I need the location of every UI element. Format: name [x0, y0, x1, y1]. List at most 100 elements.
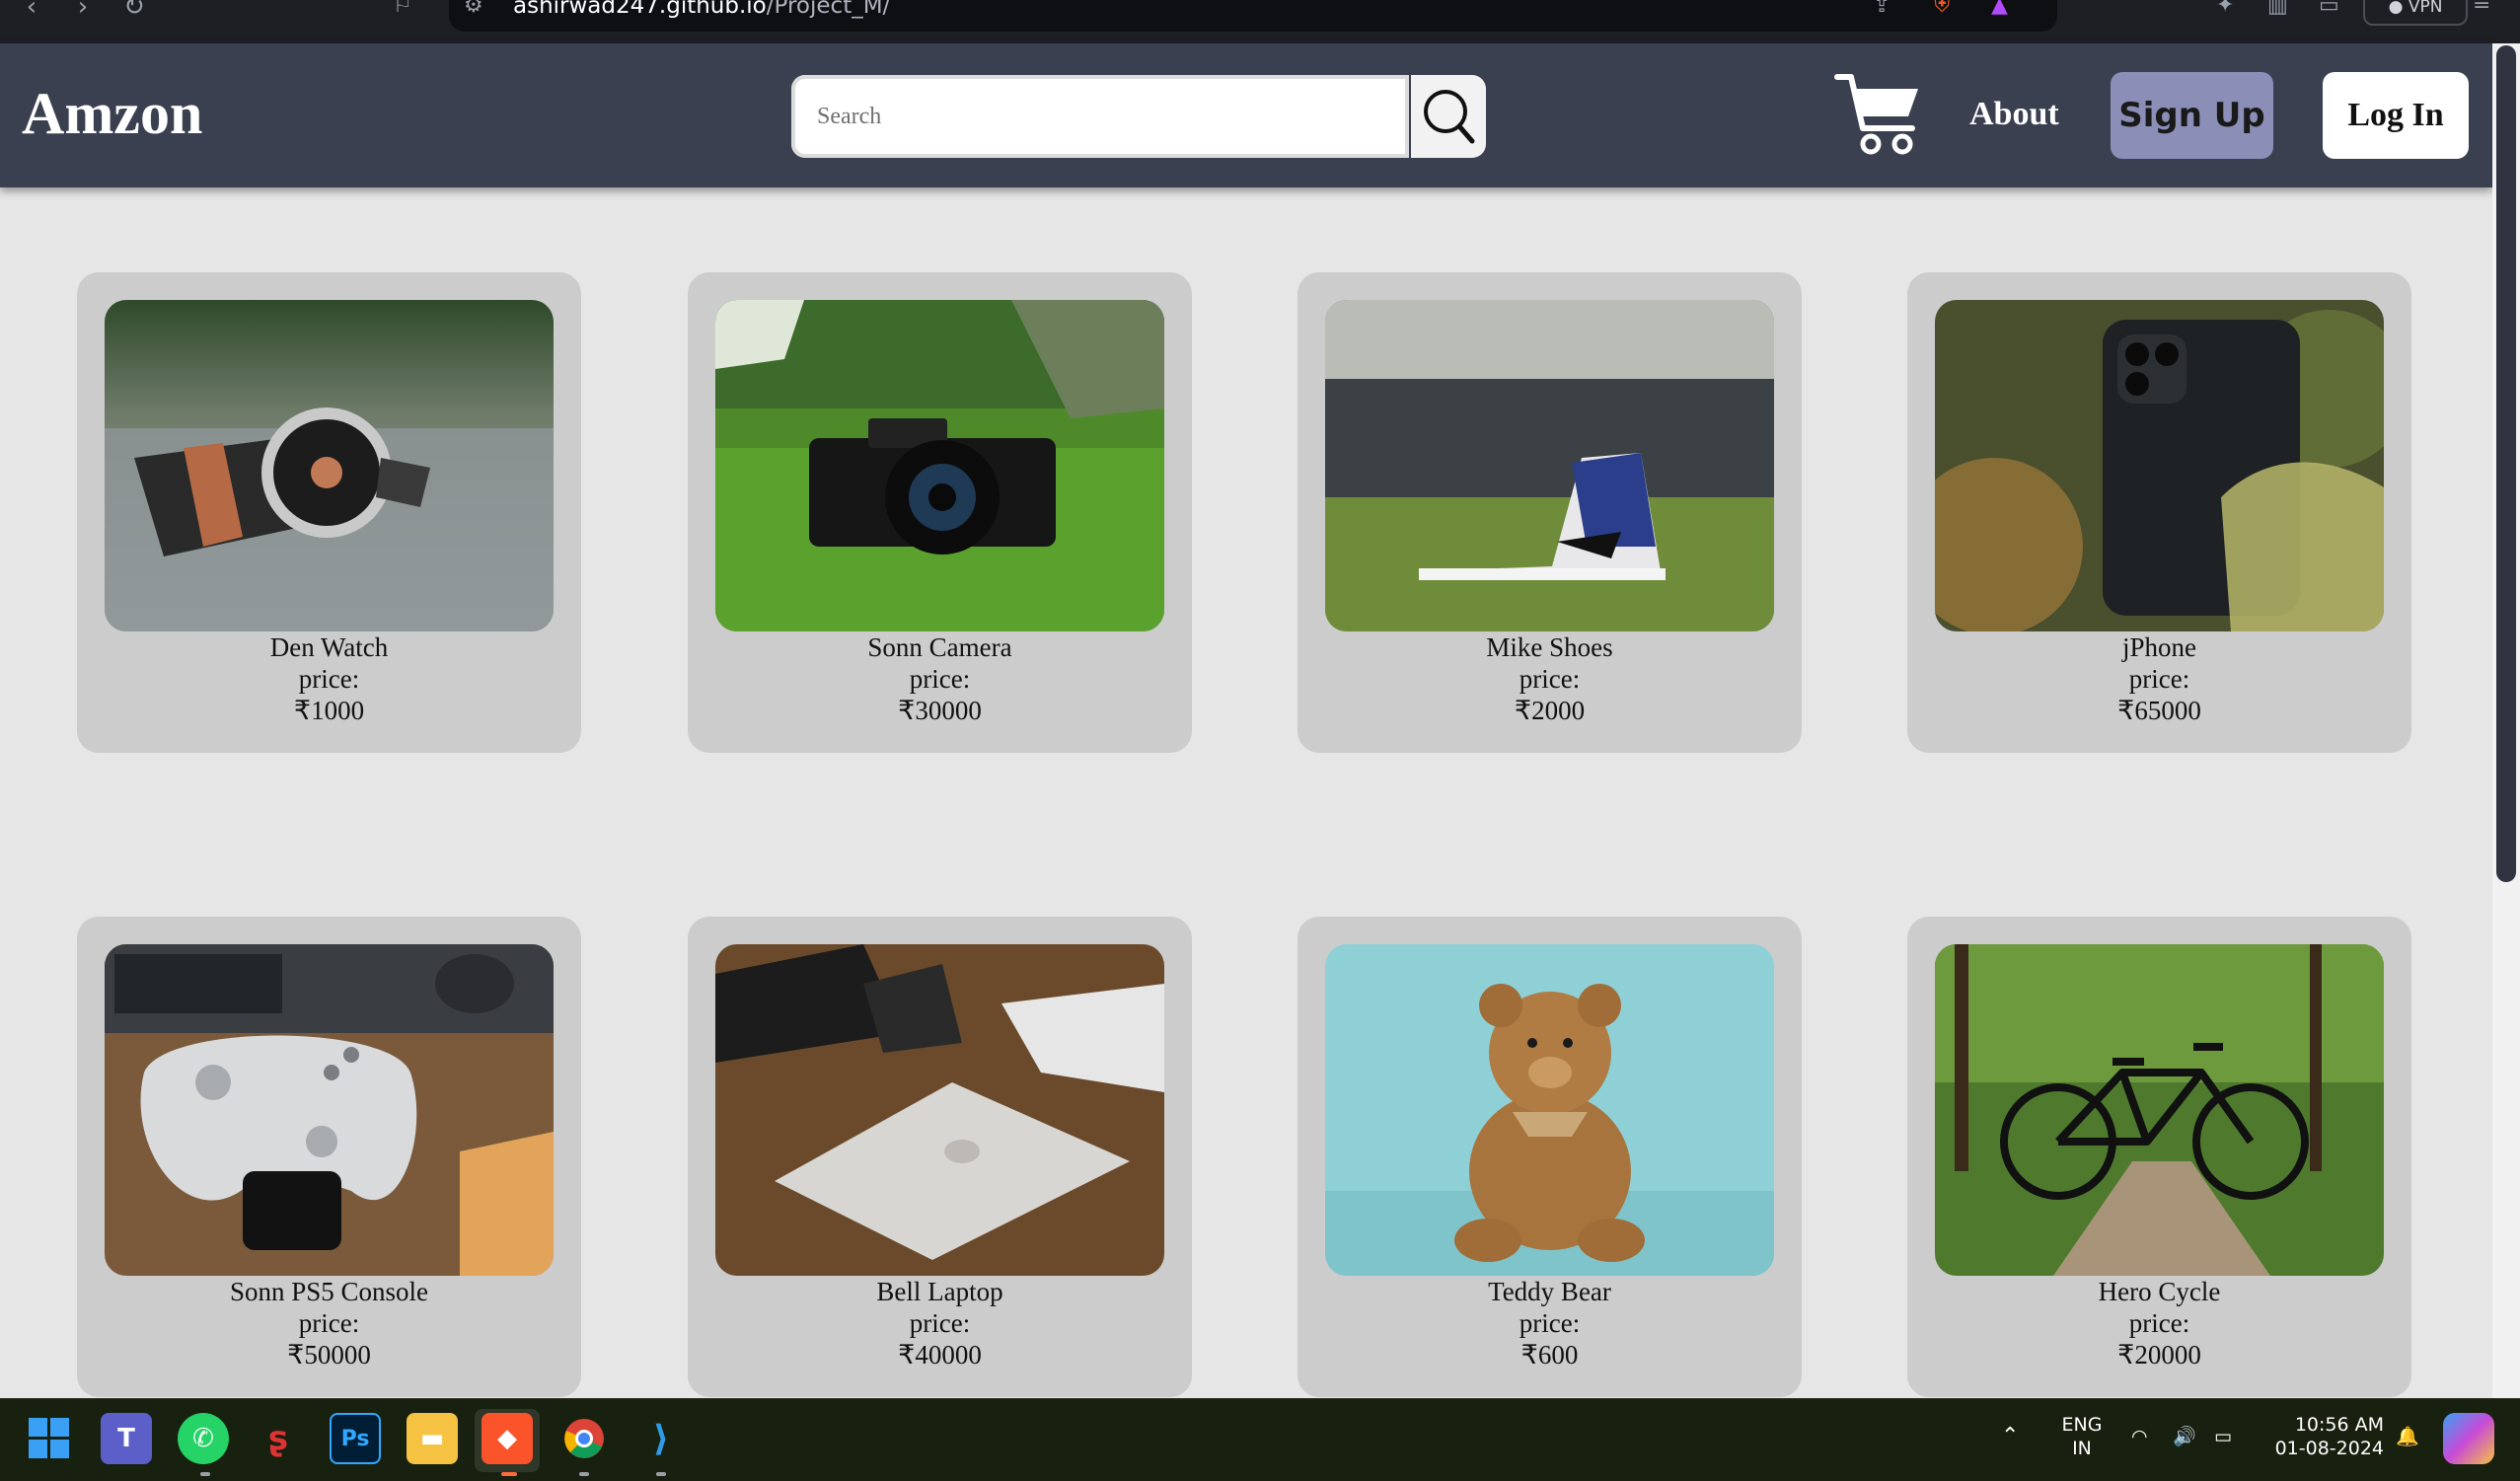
product-card[interactable]: Sonn Camera price: ₹30000 — [688, 272, 1192, 753]
vscode-icon[interactable]: ⟩ — [635, 1413, 687, 1464]
product-image-console[interactable] — [105, 944, 554, 1276]
product-image-phone[interactable] — [1935, 300, 2384, 631]
taskbar: T ✆ ʂ Ps ▬ ◆ ⟩ ⌃ ENG IN ◠ 🔊 ▭ 10:56 AM 0… — [0, 1398, 2520, 1481]
url-host: ashirwad247.github.io — [513, 0, 767, 19]
language-code: ENG — [2061, 1414, 2103, 1436]
product-price: ₹30000 — [898, 696, 982, 725]
product-price: ₹65000 — [2117, 696, 2201, 725]
product-info: Mike Shoes price: ₹2000 — [1297, 631, 1802, 726]
whatsapp-icon[interactable]: ✆ — [178, 1413, 229, 1464]
clock-date: 01-08-2024 — [2274, 1438, 2384, 1459]
running-indicator — [200, 1472, 210, 1476]
brave-shield-icon[interactable]: ⛨ — [1934, 0, 1951, 18]
search-input[interactable] — [791, 75, 1409, 158]
product-card[interactable]: Sonn PS5 Console price: ₹50000 — [77, 917, 581, 1397]
site-info-icon[interactable]: ⚙ — [464, 0, 483, 18]
price-label: price: — [298, 664, 360, 694]
menu-icon[interactable]: ≡ — [2473, 0, 2490, 16]
price-label: price: — [1519, 664, 1581, 694]
price-label: price: — [298, 1308, 360, 1338]
product-name: Mike Shoes — [1486, 632, 1613, 662]
site-logo[interactable]: Amzon — [22, 81, 202, 146]
vpn-button[interactable]: ● VPN — [2363, 0, 2468, 26]
product-price: ₹20000 — [2117, 1340, 2201, 1370]
product-info: jPhone price: ₹65000 — [1907, 631, 2411, 726]
about-link[interactable]: About — [1969, 95, 2059, 134]
notification-bell-icon[interactable]: 🔔 — [2396, 1425, 2419, 1448]
product-card[interactable]: Hero Cycle price: ₹20000 — [1907, 917, 2411, 1397]
ink-icon[interactable]: ʂ — [253, 1413, 304, 1464]
product-card[interactable]: Den Watch price: ₹1000 — [77, 272, 581, 753]
vpn-label: VPN — [2408, 0, 2443, 17]
share-icon[interactable]: ⇪ — [1873, 0, 1890, 18]
price-label: price: — [1519, 1308, 1581, 1338]
file-explorer-icon[interactable]: ▬ — [407, 1413, 458, 1464]
price-label: price: — [909, 1308, 971, 1338]
reload-icon[interactable]: ↻ — [116, 0, 152, 20]
region-code: IN — [2072, 1438, 2092, 1459]
product-card[interactable]: Mike Shoes price: ₹2000 — [1297, 272, 1802, 753]
product-name: Sonn PS5 Console — [229, 1277, 429, 1306]
search-button[interactable] — [1411, 75, 1486, 158]
product-image-camera[interactable] — [715, 300, 1164, 631]
product-image-cycle[interactable] — [1935, 944, 2384, 1276]
price-label: price: — [2128, 664, 2190, 694]
brave-icon[interactable]: ◆ — [482, 1413, 533, 1464]
signup-button[interactable]: Sign Up — [2111, 72, 2273, 159]
volume-icon[interactable]: 🔊 — [2173, 1425, 2196, 1448]
photoshop-icon[interactable]: Ps — [330, 1413, 381, 1464]
product-price: ₹600 — [1520, 1340, 1579, 1370]
url-text[interactable]: ashirwad247.github.io/Project_M/ — [513, 0, 890, 18]
back-icon[interactable]: ‹ — [14, 0, 49, 20]
search-icon — [1424, 90, 1475, 144]
sidebar-icon[interactable]: ▥ — [2267, 0, 2288, 18]
product-name: Sonn Camera — [867, 632, 1012, 662]
product-info: Hero Cycle price: ₹20000 — [1907, 1276, 2411, 1370]
product-image-shoes[interactable] — [1325, 300, 1774, 631]
clock[interactable]: 10:56 AM 01-08-2024 — [2265, 1413, 2384, 1460]
product-info: Sonn Camera price: ₹30000 — [688, 631, 1192, 726]
product-info: Den Watch price: ₹1000 — [77, 631, 581, 726]
product-card[interactable]: jPhone price: ₹65000 — [1907, 272, 2411, 753]
teams-icon[interactable]: T — [101, 1413, 152, 1464]
price-label: price: — [2128, 1308, 2190, 1338]
scrollbar-thumb[interactable] — [2496, 45, 2516, 882]
running-indicator — [656, 1472, 666, 1476]
product-info: Teddy Bear price: ₹600 — [1297, 1276, 1802, 1370]
brave-rewards-icon[interactable]: ▲ — [1991, 0, 2008, 18]
cart-icon[interactable] — [1833, 67, 1922, 158]
product-name: jPhone — [2121, 632, 2196, 662]
product-card[interactable]: Bell Laptop price: ₹40000 — [688, 917, 1192, 1397]
bookmark-icon[interactable]: ⚐ — [393, 0, 412, 18]
battery-icon[interactable]: ▭ — [2214, 1425, 2232, 1448]
running-indicator — [501, 1472, 517, 1476]
product-info: Sonn PS5 Console price: ₹50000 — [77, 1276, 581, 1370]
wifi-icon[interactable]: ◠ — [2131, 1425, 2148, 1448]
product-price: ₹1000 — [293, 696, 365, 725]
extensions-icon[interactable]: ✦ — [2216, 0, 2234, 18]
tray-overflow-icon[interactable]: ⌃ — [2001, 1425, 2019, 1448]
forward-icon[interactable]: › — [65, 0, 101, 20]
language-indicator[interactable]: ENG IN — [2052, 1413, 2112, 1460]
product-info: Bell Laptop price: ₹40000 — [688, 1276, 1192, 1370]
price-label: price: — [909, 664, 971, 694]
chrome-icon[interactable] — [558, 1413, 610, 1464]
product-price: ₹2000 — [1514, 696, 1586, 725]
product-price: ₹50000 — [287, 1340, 371, 1370]
product-image-watch[interactable] — [105, 300, 554, 631]
product-price: ₹40000 — [898, 1340, 982, 1370]
product-image-laptop[interactable] — [715, 944, 1164, 1276]
product-name: Hero Cycle — [2098, 1277, 2221, 1306]
product-card[interactable]: Teddy Bear price: ₹600 — [1297, 917, 1802, 1397]
url-path: /Project_M/ — [766, 0, 891, 19]
clock-time: 10:56 AM — [2294, 1414, 2384, 1436]
product-image-teddy-bear[interactable] — [1325, 944, 1774, 1276]
wallet-icon[interactable]: ▭ — [2319, 0, 2339, 18]
product-name: Bell Laptop — [876, 1277, 1003, 1306]
browser-toolbar: ‹ › ↻ ⚐ ⚙ ashirwad247.github.io/Project_… — [0, 0, 2520, 43]
site-header: Amzon About Sign Up Log In — [0, 43, 2492, 187]
start-icon[interactable] — [24, 1413, 75, 1464]
copilot-icon[interactable] — [2443, 1413, 2494, 1464]
product-name: Den Watch — [269, 632, 389, 662]
login-button[interactable]: Log In — [2323, 72, 2469, 159]
